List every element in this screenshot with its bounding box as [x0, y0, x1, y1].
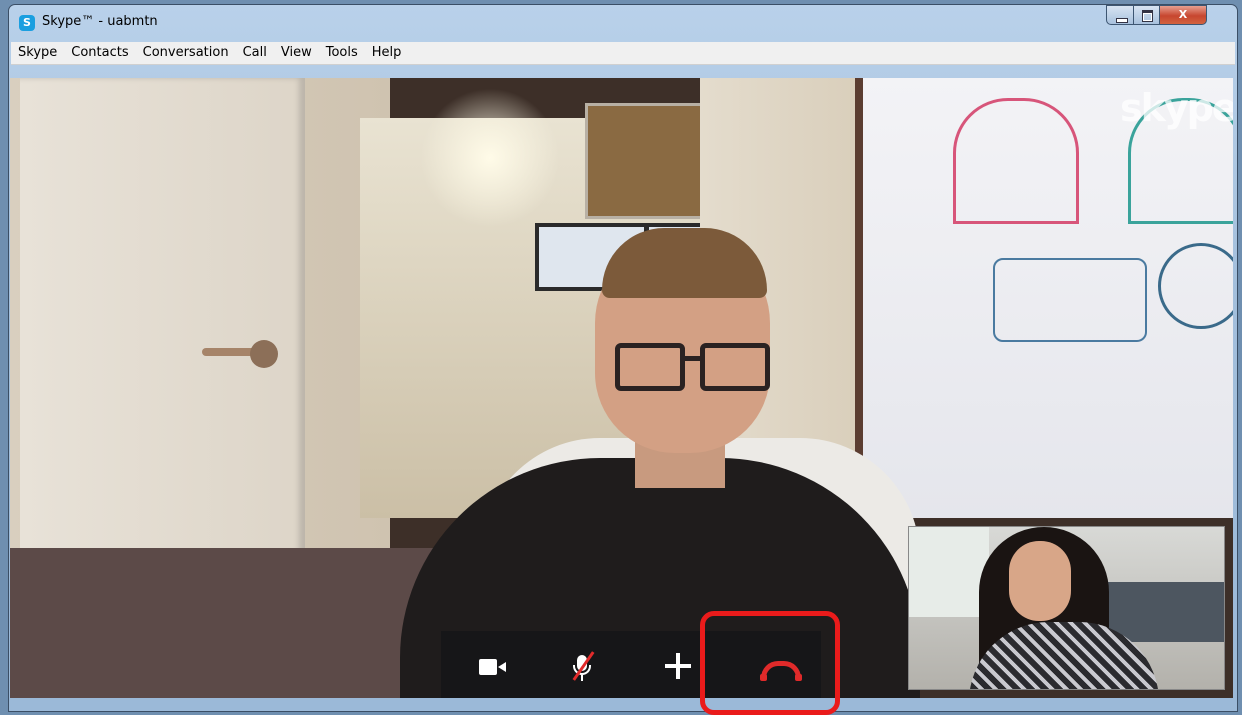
menu-call[interactable]: Call — [236, 42, 274, 64]
menu-contacts[interactable]: Contacts — [64, 42, 135, 64]
self-view-person-face — [1009, 541, 1071, 621]
remote-video-feed: skype — [10, 78, 1233, 698]
whiteboard-drawing — [993, 258, 1147, 342]
mute-toggle-button[interactable] — [548, 631, 618, 698]
whiteboard-drawing — [1158, 243, 1233, 329]
menu-help[interactable]: Help — [365, 42, 409, 64]
plus-icon-vertical — [676, 653, 680, 679]
video-scene-corkboard — [585, 103, 711, 219]
end-call-highlight — [700, 611, 840, 715]
minimize-button[interactable] — [1106, 5, 1134, 25]
caller-glasses — [615, 343, 685, 391]
maximize-button[interactable] — [1133, 5, 1160, 25]
caller-glasses — [700, 343, 770, 391]
minimize-icon — [1116, 18, 1128, 23]
video-toggle-button[interactable] — [457, 631, 527, 698]
video-scene-whiteboard — [855, 78, 1233, 518]
menu-bar: Skype Contacts Conversation Call View To… — [11, 42, 1235, 65]
video-scene-lamp — [420, 88, 560, 228]
door-knob — [250, 340, 278, 368]
self-view-preview[interactable] — [908, 526, 1225, 690]
whiteboard-drawing — [953, 98, 1079, 224]
menu-skype[interactable]: Skype — [11, 42, 64, 64]
skype-app-icon[interactable]: S — [19, 15, 35, 31]
skype-watermark: skype — [1120, 86, 1233, 130]
menu-view[interactable]: View — [274, 42, 319, 64]
close-icon: X — [1178, 8, 1188, 21]
self-view-background — [909, 527, 989, 617]
video-camera-icon — [479, 659, 497, 675]
window-title: Skype™ - uabmtn — [42, 14, 158, 29]
close-button[interactable]: X — [1159, 5, 1207, 25]
video-camera-lens — [498, 662, 506, 672]
maximize-icon — [1142, 10, 1153, 22]
menu-conversation[interactable]: Conversation — [136, 42, 236, 64]
caller-glasses-bridge — [682, 356, 700, 361]
menu-tools[interactable]: Tools — [319, 42, 365, 64]
title-bar[interactable]: S Skype™ - uabmtn X — [9, 5, 1237, 41]
microphone-stand — [581, 675, 583, 681]
